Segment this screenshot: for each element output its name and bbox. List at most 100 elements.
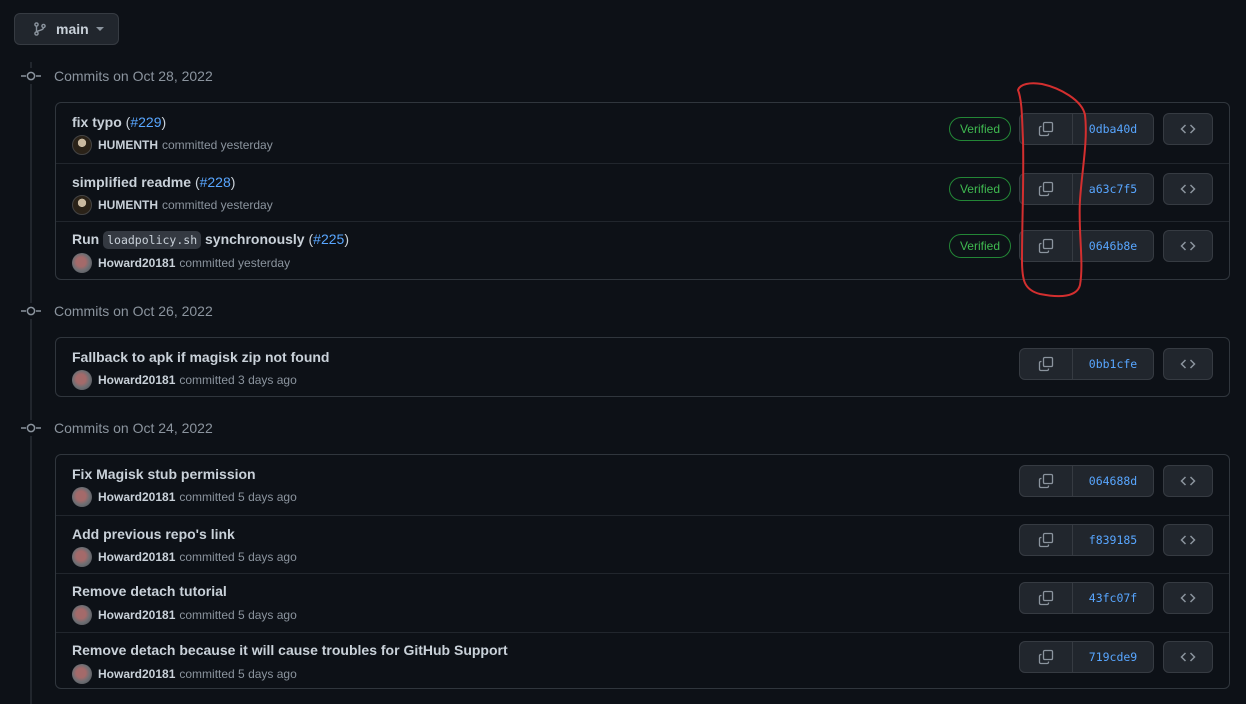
commit-meta: Howard20181 committed 3 days ago: [72, 370, 297, 390]
commit-message-link[interactable]: Remove detach because it will cause trou…: [72, 642, 508, 658]
author-link[interactable]: Howard20181: [98, 608, 175, 622]
browse-files-button[interactable]: [1163, 465, 1213, 497]
copy-icon: [1038, 532, 1054, 548]
commit-message-link[interactable]: Remove detach tutorial: [72, 583, 227, 599]
commit-meta: Howard20181 committed 5 days ago: [72, 487, 297, 507]
author-link[interactable]: Howard20181: [98, 373, 175, 387]
commit-message-link[interactable]: fix typo: [72, 114, 122, 130]
verified-badge[interactable]: Verified: [948, 117, 1011, 141]
commit-row: fix typo (#229) HUMENTH committed yester…: [56, 103, 1229, 163]
commit-message-link[interactable]: simplified readme: [72, 174, 191, 190]
author-link[interactable]: Howard20181: [98, 667, 175, 681]
code-icon: [1180, 184, 1196, 194]
commit-sha-link[interactable]: 43fc07f: [1073, 583, 1153, 613]
author-link[interactable]: Howard20181: [98, 550, 175, 564]
browse-files-button[interactable]: [1163, 524, 1213, 556]
copy-sha-button[interactable]: [1020, 349, 1073, 379]
avatar[interactable]: [72, 605, 92, 625]
commit-message-link[interactable]: Add previous repo's link: [72, 526, 235, 542]
commit-sha-link[interactable]: f839185: [1073, 525, 1153, 555]
timeline-line: [30, 62, 32, 704]
commit-title[interactable]: Remove detach tutorial: [72, 583, 227, 599]
commit-button-group: 0646b8e: [1019, 230, 1154, 262]
commit-title[interactable]: simplified readme (#228): [72, 174, 235, 190]
commit-time: committed 5 days ago: [179, 608, 297, 622]
pr-link[interactable]: #225: [313, 231, 344, 247]
pr-link[interactable]: #229: [130, 114, 161, 130]
commit-row: Fix Magisk stub permission Howard20181 c…: [56, 455, 1229, 515]
commit-title[interactable]: Fix Magisk stub permission: [72, 466, 256, 482]
commit-sha-link[interactable]: 719cde9: [1073, 642, 1153, 672]
commit-title[interactable]: Remove detach because it will cause trou…: [72, 642, 508, 658]
copy-icon: [1038, 181, 1054, 197]
copy-sha-button[interactable]: [1020, 114, 1073, 144]
branch-name: main: [56, 21, 89, 37]
browse-files-button[interactable]: [1163, 230, 1213, 262]
copy-sha-button[interactable]: [1020, 525, 1073, 555]
commit-message-link[interactable]: Run: [72, 231, 99, 247]
copy-sha-button[interactable]: [1020, 174, 1073, 204]
commit-sha-link[interactable]: 0646b8e: [1073, 231, 1153, 261]
commit-list: fix typo (#229) HUMENTH committed yester…: [55, 102, 1230, 280]
avatar[interactable]: [72, 253, 92, 273]
copy-sha-button[interactable]: [1020, 583, 1073, 613]
commit-message-link[interactable]: Fallback to apk if magisk zip not found: [72, 349, 329, 365]
commit-meta: Howard20181 committed 5 days ago: [72, 605, 297, 625]
verified-badge[interactable]: Verified: [948, 177, 1011, 201]
browse-files-button[interactable]: [1163, 641, 1213, 673]
avatar[interactable]: [72, 370, 92, 390]
copy-sha-button[interactable]: [1020, 466, 1073, 496]
commit-row: Add previous repo's link Howard20181 com…: [56, 515, 1229, 573]
browse-files-button[interactable]: [1163, 173, 1213, 205]
commit-meta: HUMENTH committed yesterday: [72, 135, 273, 155]
commit-group-date: Commits on Oct 26, 2022: [54, 303, 213, 319]
commit-sha-link[interactable]: a63c7f5: [1073, 174, 1153, 204]
commit-message-link[interactable]: Fix Magisk stub permission: [72, 466, 256, 482]
commit-title[interactable]: Fallback to apk if magisk zip not found: [72, 349, 329, 365]
commit-button-group: 0bb1cfe: [1019, 348, 1154, 380]
copy-icon: [1038, 238, 1054, 254]
browse-files-button[interactable]: [1163, 113, 1213, 145]
copy-sha-button[interactable]: [1020, 231, 1073, 261]
commit-message-link[interactable]: synchronously: [205, 231, 305, 247]
commit-group-date: Commits on Oct 28, 2022: [54, 68, 213, 84]
commit-title[interactable]: Add previous repo's link: [72, 526, 235, 542]
browse-files-button[interactable]: [1163, 582, 1213, 614]
author-link[interactable]: Howard20181: [98, 256, 175, 270]
avatar[interactable]: [72, 487, 92, 507]
commit-row: Run loadpolicy.sh synchronously (#225) H…: [56, 221, 1229, 279]
code-icon: [1180, 124, 1196, 134]
commit-title[interactable]: Run loadpolicy.sh synchronously (#225): [72, 231, 349, 249]
commit-meta: Howard20181 committed 5 days ago: [72, 664, 297, 684]
copy-sha-button[interactable]: [1020, 642, 1073, 672]
code-icon: [1180, 241, 1196, 251]
commit-list: Fix Magisk stub permission Howard20181 c…: [55, 454, 1230, 689]
commit-group-header: Commits on Oct 24, 2022: [20, 417, 213, 439]
verified-badge[interactable]: Verified: [948, 234, 1011, 258]
code-icon: [1180, 476, 1196, 486]
pr-link[interactable]: #228: [200, 174, 231, 190]
copy-icon: [1038, 121, 1054, 137]
commit-title[interactable]: fix typo (#229): [72, 114, 166, 130]
avatar[interactable]: [72, 547, 92, 567]
git-commit-icon: [20, 68, 42, 84]
browse-files-button[interactable]: [1163, 348, 1213, 380]
commit-group-header: Commits on Oct 28, 2022: [20, 65, 213, 87]
commit-sha-link[interactable]: 0bb1cfe: [1073, 349, 1153, 379]
commit-sha-link[interactable]: 064688d: [1073, 466, 1153, 496]
branch-selector-button[interactable]: main: [14, 13, 119, 45]
avatar[interactable]: [72, 195, 92, 215]
commit-row: Remove detach because it will cause trou…: [56, 632, 1229, 688]
code-icon: [1180, 535, 1196, 545]
git-commit-icon: [20, 303, 42, 319]
author-link[interactable]: Howard20181: [98, 490, 175, 504]
author-link[interactable]: HUMENTH: [98, 198, 158, 212]
commit-time: committed yesterday: [162, 198, 273, 212]
author-link[interactable]: HUMENTH: [98, 138, 158, 152]
commit-row: Remove detach tutorial Howard20181 commi…: [56, 573, 1229, 632]
commit-group-header: Commits on Oct 26, 2022: [20, 300, 213, 322]
avatar[interactable]: [72, 135, 92, 155]
avatar[interactable]: [72, 664, 92, 684]
code-icon: [1180, 652, 1196, 662]
commit-sha-link[interactable]: 0dba40d: [1073, 114, 1153, 144]
